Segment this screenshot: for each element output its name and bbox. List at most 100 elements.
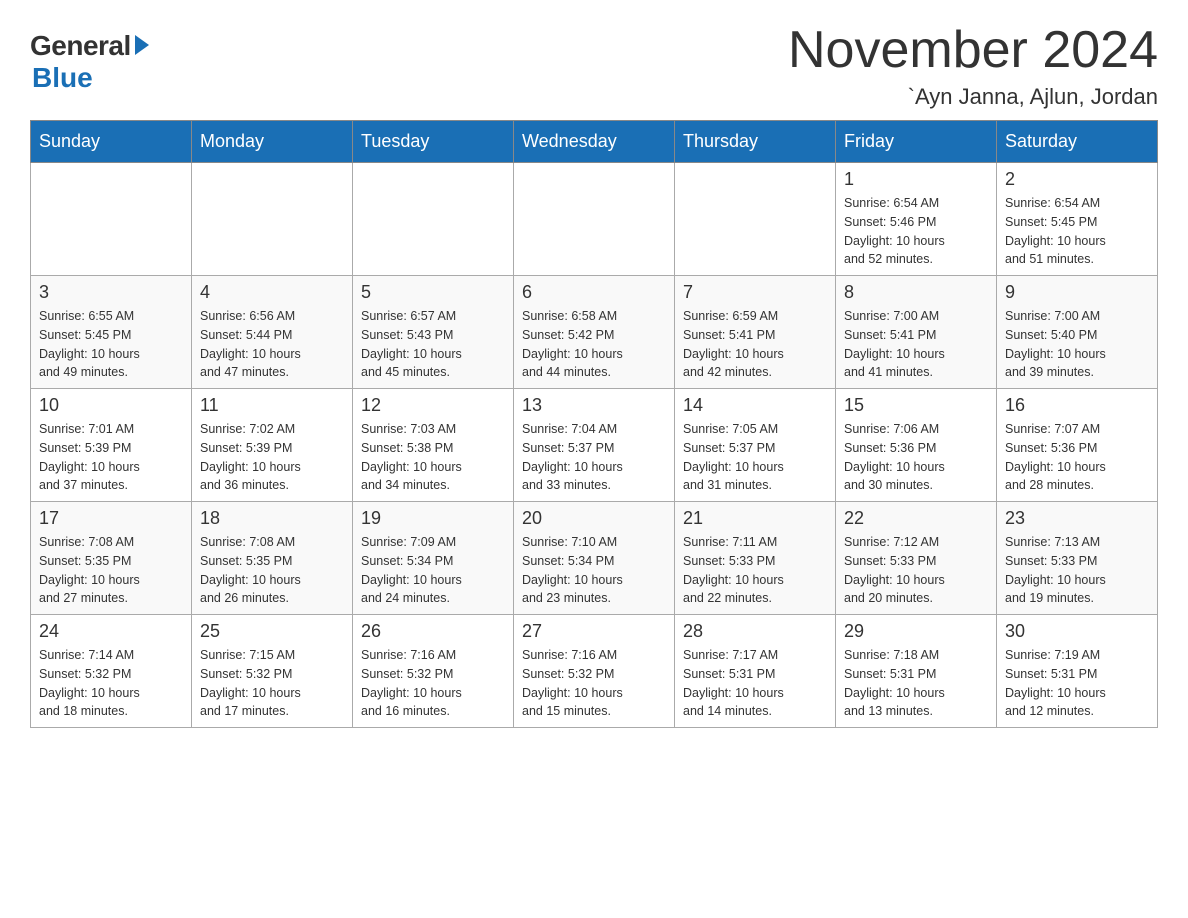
day-info: Sunrise: 6:54 AMSunset: 5:46 PMDaylight:… (844, 194, 988, 269)
calendar-cell: 22 Sunrise: 7:12 AMSunset: 5:33 PMDayligh… (836, 502, 997, 615)
day-number: 14 (683, 395, 827, 416)
day-info: Sunrise: 7:01 AMSunset: 5:39 PMDaylight:… (39, 420, 183, 495)
logo: General Blue (30, 30, 149, 94)
day-number: 3 (39, 282, 183, 303)
day-info: Sunrise: 7:00 AMSunset: 5:41 PMDaylight:… (844, 307, 988, 382)
weekday-header-thursday: Thursday (675, 121, 836, 163)
logo-arrow-icon (135, 35, 149, 55)
day-info: Sunrise: 7:06 AMSunset: 5:36 PMDaylight:… (844, 420, 988, 495)
calendar-cell: 3 Sunrise: 6:55 AMSunset: 5:45 PMDaylight… (31, 276, 192, 389)
day-number: 5 (361, 282, 505, 303)
day-number: 23 (1005, 508, 1149, 529)
calendar-cell: 5 Sunrise: 6:57 AMSunset: 5:43 PMDaylight… (353, 276, 514, 389)
calendar-week-1: 1 Sunrise: 6:54 AMSunset: 5:46 PMDaylight… (31, 163, 1158, 276)
day-number: 26 (361, 621, 505, 642)
day-info: Sunrise: 6:59 AMSunset: 5:41 PMDaylight:… (683, 307, 827, 382)
day-number: 18 (200, 508, 344, 529)
day-number: 17 (39, 508, 183, 529)
day-info: Sunrise: 7:15 AMSunset: 5:32 PMDaylight:… (200, 646, 344, 721)
day-number: 8 (844, 282, 988, 303)
calendar-week-3: 10 Sunrise: 7:01 AMSunset: 5:39 PMDayligh… (31, 389, 1158, 502)
calendar-cell: 16 Sunrise: 7:07 AMSunset: 5:36 PMDayligh… (997, 389, 1158, 502)
day-number: 11 (200, 395, 344, 416)
day-number: 16 (1005, 395, 1149, 416)
calendar-cell (31, 163, 192, 276)
calendar-cell: 14 Sunrise: 7:05 AMSunset: 5:37 PMDayligh… (675, 389, 836, 502)
calendar-cell: 27Sunrise: 7:16 AMSunset: 5:32 PMDayligh… (514, 615, 675, 728)
day-info: Sunrise: 6:58 AMSunset: 5:42 PMDaylight:… (522, 307, 666, 382)
day-info: Sunrise: 7:02 AMSunset: 5:39 PMDaylight:… (200, 420, 344, 495)
calendar-cell: 25 Sunrise: 7:15 AMSunset: 5:32 PMDayligh… (192, 615, 353, 728)
logo-general-text: General (30, 30, 131, 62)
day-info: Sunrise: 7:08 AMSunset: 5:35 PMDaylight:… (39, 533, 183, 608)
day-info: Sunrise: 7:12 AMSunset: 5:33 PMDaylight:… (844, 533, 988, 608)
day-info: Sunrise: 7:14 AMSunset: 5:32 PMDaylight:… (39, 646, 183, 721)
day-number: 12 (361, 395, 505, 416)
calendar-cell (514, 163, 675, 276)
weekday-header-saturday: Saturday (997, 121, 1158, 163)
calendar-week-5: 24 Sunrise: 7:14 AMSunset: 5:32 PMDayligh… (31, 615, 1158, 728)
calendar-cell: 17 Sunrise: 7:08 AMSunset: 5:35 PMDayligh… (31, 502, 192, 615)
day-info: Sunrise: 7:13 AMSunset: 5:33 PMDaylight:… (1005, 533, 1149, 608)
calendar-cell: 8 Sunrise: 7:00 AMSunset: 5:41 PMDaylight… (836, 276, 997, 389)
day-info: Sunrise: 7:05 AMSunset: 5:37 PMDaylight:… (683, 420, 827, 495)
calendar-cell: 19Sunrise: 7:09 AMSunset: 5:34 PMDayligh… (353, 502, 514, 615)
calendar-cell: 24 Sunrise: 7:14 AMSunset: 5:32 PMDayligh… (31, 615, 192, 728)
calendar-subtitle: `Ayn Janna, Ajlun, Jordan (788, 84, 1158, 110)
day-number: 25 (200, 621, 344, 642)
day-number: 2 (1005, 169, 1149, 190)
page-header: General Blue November 2024 `Ayn Janna, A… (30, 20, 1158, 110)
day-info: Sunrise: 6:55 AMSunset: 5:45 PMDaylight:… (39, 307, 183, 382)
day-info: Sunrise: 6:54 AMSunset: 5:45 PMDaylight:… (1005, 194, 1149, 269)
calendar-title: November 2024 (788, 20, 1158, 80)
calendar-cell: 18 Sunrise: 7:08 AMSunset: 5:35 PMDayligh… (192, 502, 353, 615)
weekday-header-friday: Friday (836, 121, 997, 163)
calendar-cell (192, 163, 353, 276)
calendar-cell: 26Sunrise: 7:16 AMSunset: 5:32 PMDayligh… (353, 615, 514, 728)
calendar-cell: 11 Sunrise: 7:02 AMSunset: 5:39 PMDayligh… (192, 389, 353, 502)
logo-blue-text: Blue (32, 62, 93, 94)
day-number: 15 (844, 395, 988, 416)
day-info: Sunrise: 7:10 AMSunset: 5:34 PMDaylight:… (522, 533, 666, 608)
calendar-week-4: 17 Sunrise: 7:08 AMSunset: 5:35 PMDayligh… (31, 502, 1158, 615)
weekday-header-tuesday: Tuesday (353, 121, 514, 163)
day-info: Sunrise: 7:09 AMSunset: 5:34 PMDaylight:… (361, 533, 505, 608)
weekday-header-monday: Monday (192, 121, 353, 163)
day-number: 7 (683, 282, 827, 303)
calendar-cell: 9 Sunrise: 7:00 AMSunset: 5:40 PMDaylight… (997, 276, 1158, 389)
day-number: 20 (522, 508, 666, 529)
day-info: Sunrise: 7:07 AMSunset: 5:36 PMDaylight:… (1005, 420, 1149, 495)
calendar-cell: 13Sunrise: 7:04 AMSunset: 5:37 PMDayligh… (514, 389, 675, 502)
day-number: 10 (39, 395, 183, 416)
calendar-cell: 7 Sunrise: 6:59 AMSunset: 5:41 PMDaylight… (675, 276, 836, 389)
day-info: Sunrise: 7:19 AMSunset: 5:31 PMDaylight:… (1005, 646, 1149, 721)
calendar-cell: 12 Sunrise: 7:03 AMSunset: 5:38 PMDayligh… (353, 389, 514, 502)
calendar-cell: 15 Sunrise: 7:06 AMSunset: 5:36 PMDayligh… (836, 389, 997, 502)
calendar-cell: 23 Sunrise: 7:13 AMSunset: 5:33 PMDayligh… (997, 502, 1158, 615)
day-number: 1 (844, 169, 988, 190)
day-info: Sunrise: 7:18 AMSunset: 5:31 PMDaylight:… (844, 646, 988, 721)
day-number: 21 (683, 508, 827, 529)
calendar-week-2: 3 Sunrise: 6:55 AMSunset: 5:45 PMDaylight… (31, 276, 1158, 389)
day-number: 24 (39, 621, 183, 642)
day-number: 29 (844, 621, 988, 642)
day-info: Sunrise: 6:57 AMSunset: 5:43 PMDaylight:… (361, 307, 505, 382)
day-info: Sunrise: 6:56 AMSunset: 5:44 PMDaylight:… (200, 307, 344, 382)
weekday-header-row: SundayMondayTuesdayWednesdayThursdayFrid… (31, 121, 1158, 163)
day-number: 30 (1005, 621, 1149, 642)
day-info: Sunrise: 7:08 AMSunset: 5:35 PMDaylight:… (200, 533, 344, 608)
calendar-cell: 2 Sunrise: 6:54 AMSunset: 5:45 PMDaylight… (997, 163, 1158, 276)
day-info: Sunrise: 7:04 AMSunset: 5:37 PMDaylight:… (522, 420, 666, 495)
calendar-cell: 10 Sunrise: 7:01 AMSunset: 5:39 PMDayligh… (31, 389, 192, 502)
day-info: Sunrise: 7:03 AMSunset: 5:38 PMDaylight:… (361, 420, 505, 495)
weekday-header-sunday: Sunday (31, 121, 192, 163)
day-info: Sunrise: 7:11 AMSunset: 5:33 PMDaylight:… (683, 533, 827, 608)
calendar-table: SundayMondayTuesdayWednesdayThursdayFrid… (30, 120, 1158, 728)
day-number: 9 (1005, 282, 1149, 303)
day-info: Sunrise: 7:00 AMSunset: 5:40 PMDaylight:… (1005, 307, 1149, 382)
day-number: 4 (200, 282, 344, 303)
day-number: 22 (844, 508, 988, 529)
calendar-cell: 30 Sunrise: 7:19 AMSunset: 5:31 PMDayligh… (997, 615, 1158, 728)
calendar-cell: 6Sunrise: 6:58 AMSunset: 5:42 PMDaylight… (514, 276, 675, 389)
day-info: Sunrise: 7:16 AMSunset: 5:32 PMDaylight:… (522, 646, 666, 721)
